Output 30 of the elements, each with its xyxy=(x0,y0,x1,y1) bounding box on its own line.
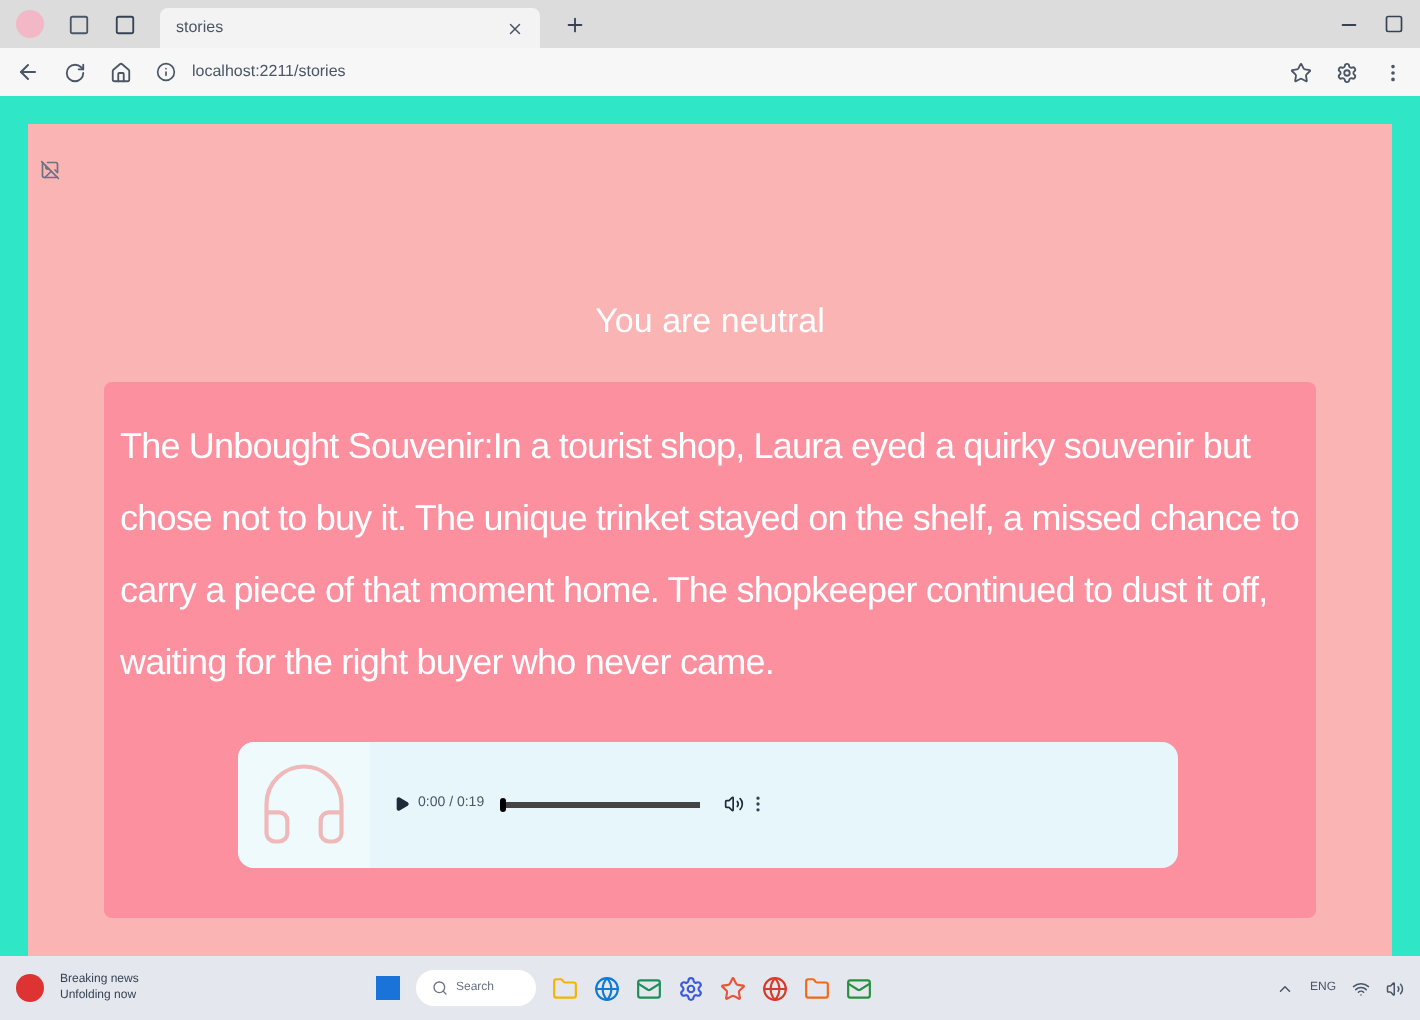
extension-icon[interactable] xyxy=(1336,61,1358,83)
reload-icon[interactable] xyxy=(64,61,86,83)
search-icon xyxy=(432,980,448,996)
audio-progress-thumb[interactable] xyxy=(500,797,507,811)
story-text: The Unbought Souvenir:In a tourist shop, Laura eyed a quirky souvenir but chose not to buy it. The unique trinket stayed on the shelf, a missed chance to carry a piece of that moment home. The shopkeeper continued to dust it off, waiting for the right buyer who never came. xyxy=(120,423,1300,686)
mood-heading: You are neutral xyxy=(595,300,825,344)
favorite-icon[interactable] xyxy=(1290,61,1312,83)
close-icon[interactable] xyxy=(506,19,524,37)
back-icon[interactable] xyxy=(16,60,40,84)
broken-image-icon xyxy=(40,160,60,180)
browser-tab[interactable]: stories xyxy=(160,8,540,48)
new-tab-icon[interactable] xyxy=(564,13,586,35)
volume-icon[interactable] xyxy=(724,794,745,814)
start-icon[interactable] xyxy=(376,976,400,1000)
maximize-icon[interactable] xyxy=(1384,14,1404,34)
app-icon[interactable] xyxy=(846,975,872,1001)
speaker-icon[interactable] xyxy=(1386,979,1404,997)
workspaces-icon[interactable] xyxy=(68,13,90,35)
app-icon[interactable] xyxy=(762,975,788,1001)
play-icon[interactable] xyxy=(394,796,410,812)
app-icon[interactable] xyxy=(594,975,620,1001)
app-icon[interactable] xyxy=(636,975,662,1001)
wifi-icon[interactable] xyxy=(1352,979,1370,997)
news-icon[interactable] xyxy=(16,974,44,1002)
app-icon[interactable] xyxy=(720,975,746,1001)
app-icon[interactable] xyxy=(678,975,704,1001)
info-icon xyxy=(156,62,176,82)
app-icon[interactable] xyxy=(804,975,830,1001)
tab-actions-icon[interactable] xyxy=(114,13,136,35)
home-icon[interactable] xyxy=(110,61,132,83)
